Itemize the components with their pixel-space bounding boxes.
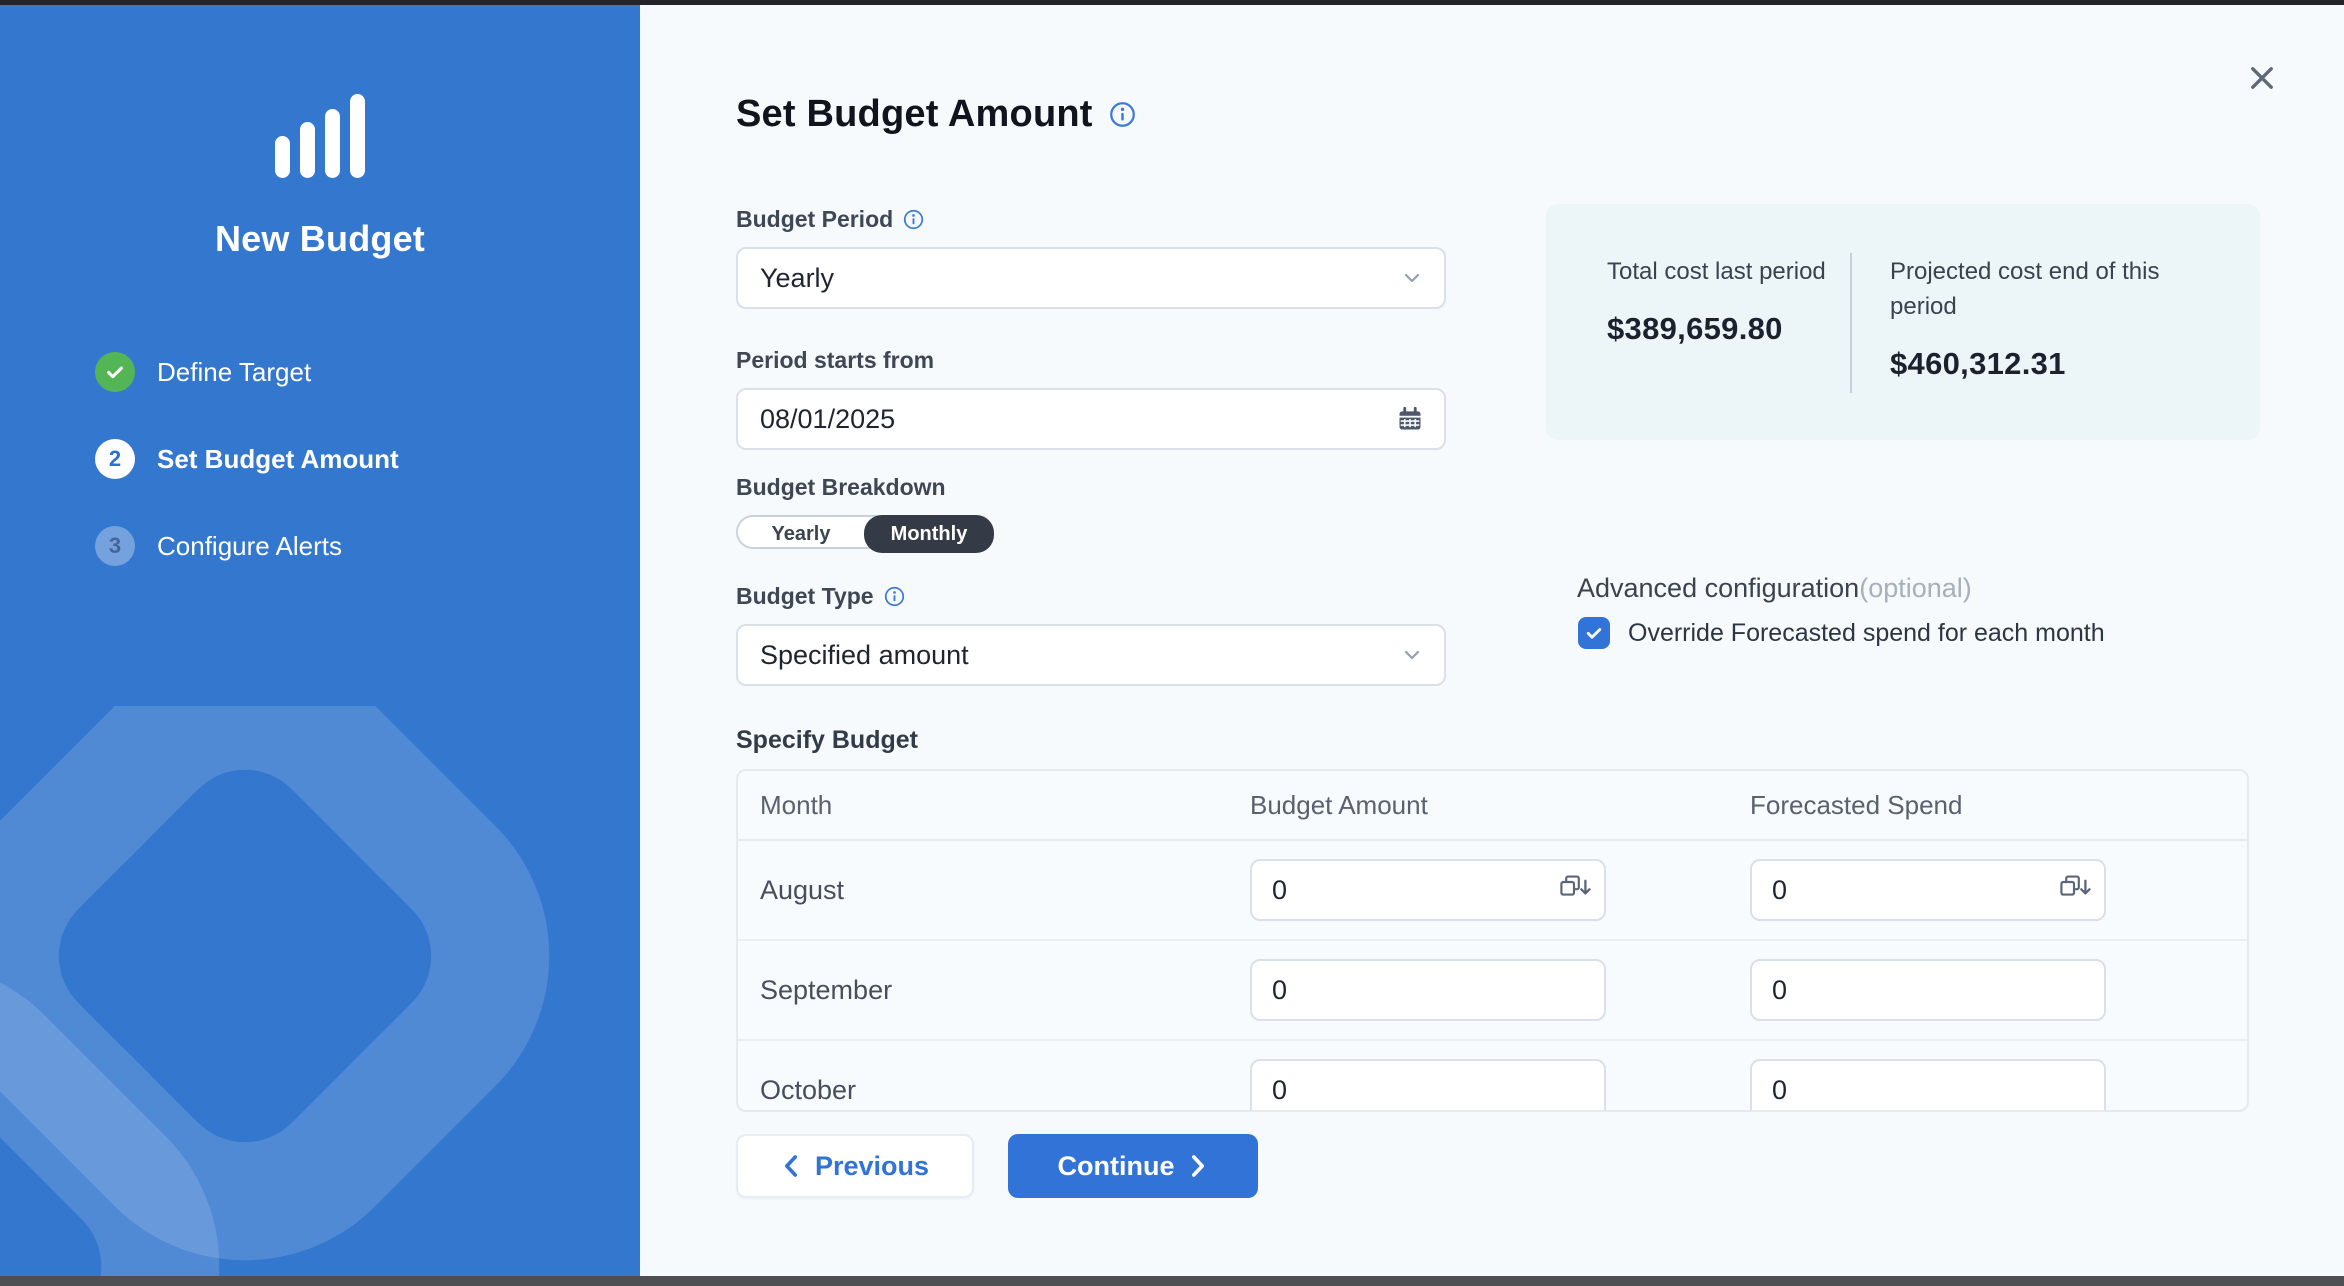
override-forecast-row: Override Forecasted spend for each month (1578, 617, 2105, 649)
toggle-option-monthly[interactable]: Monthly (864, 515, 994, 553)
bar-chart-logo (0, 94, 640, 178)
previous-button[interactable]: Previous (736, 1134, 974, 1198)
stat-value: $389,659.80 (1607, 311, 1827, 347)
selected-value: Specified amount (760, 640, 969, 671)
toggle-option-yearly[interactable]: Yearly (738, 517, 864, 551)
override-forecast-label: Override Forecasted spend for each month (1628, 619, 2105, 648)
budget-amount-input-september[interactable] (1250, 959, 1606, 1021)
budget-breakdown-toggle: Yearly Monthly (736, 515, 994, 549)
advanced-title: Advanced configuration (1577, 573, 1859, 603)
budget-amount-input-august[interactable] (1250, 859, 1606, 921)
step-label: Set Budget Amount (157, 444, 399, 475)
step-complete-icon (95, 352, 135, 392)
forecasted-spend-input-september[interactable] (1750, 959, 2106, 1021)
cost-summary-card: Total cost last period $389,659.80 Proje… (1546, 204, 2260, 440)
budget-breakdown-label: Budget Breakdown (736, 474, 1446, 501)
window-bottom-edge (0, 1276, 2344, 1286)
month-name: August (738, 875, 1250, 906)
column-header-budget-amount: Budget Amount (1250, 790, 1750, 821)
step-set-budget-amount[interactable]: 2 Set Budget Amount (95, 439, 399, 479)
chevron-left-icon (781, 1154, 801, 1178)
budget-form: Set Budget Amount Budget Period Yearly (736, 90, 1446, 1198)
chevron-right-icon (1188, 1154, 1208, 1178)
stat-label: Projected cost end of this period (1890, 254, 2220, 324)
chevron-down-icon (1400, 266, 1424, 290)
projected-cost-stat: Projected cost end of this period $460,3… (1890, 254, 2220, 382)
step-label: Define Target (157, 357, 311, 388)
forecasted-spend-input-october[interactable] (1750, 1059, 2106, 1112)
total-cost-stat: Total cost last period $389,659.80 (1607, 254, 1827, 347)
chevron-down-icon (1400, 643, 1424, 667)
window-top-edge (0, 0, 2344, 5)
stat-label: Total cost last period (1607, 254, 1827, 289)
set-budget-amount-panel: Total cost last period $389,659.80 Proje… (640, 5, 2344, 1276)
period-starts-label: Period starts from (736, 347, 1446, 374)
new-budget-modal: New Budget Define Target 2 Set Budget Am… (0, 0, 2344, 1286)
month-name: September (738, 975, 1250, 1006)
step-configure-alerts[interactable]: 3 Configure Alerts (95, 526, 399, 566)
specify-budget-table: Month Budget Amount Forecasted Spend Aug… (736, 769, 2249, 1112)
step-number-badge: 3 (95, 526, 135, 566)
budget-period-select[interactable]: Yearly (736, 247, 1446, 309)
date-value: 08/01/2025 (760, 404, 895, 435)
forecasted-spend-input-august[interactable] (1750, 859, 2106, 921)
copy-down-icon[interactable] (2054, 873, 2094, 905)
budget-period-label: Budget Period (736, 206, 1446, 233)
info-icon[interactable] (884, 586, 905, 607)
table-row-october: October (738, 1041, 2247, 1112)
label-text: Budget Type (736, 583, 874, 610)
month-name: October (738, 1075, 1250, 1106)
period-start-date-input[interactable]: 08/01/2025 (736, 388, 1446, 450)
table-row-august: August (738, 841, 2247, 941)
close-icon[interactable] (2240, 57, 2284, 101)
label-text: Budget Breakdown (736, 474, 946, 501)
column-header-month: Month (738, 790, 1250, 821)
specify-budget-label: Specify Budget (736, 726, 1446, 755)
wizard-title: New Budget (0, 218, 640, 260)
stat-divider (1850, 253, 1852, 393)
continue-button[interactable]: Continue (1008, 1134, 1258, 1198)
label-text: Budget Period (736, 206, 893, 233)
page-title: Set Budget Amount (736, 93, 1093, 136)
previous-label: Previous (815, 1151, 929, 1182)
budget-type-select[interactable]: Specified amount (736, 624, 1446, 686)
calendar-icon[interactable] (1396, 405, 1424, 433)
column-header-forecasted-spend: Forecasted Spend (1750, 790, 2210, 821)
stat-value: $460,312.31 (1890, 346, 2220, 382)
override-forecast-checkbox[interactable] (1578, 617, 1610, 649)
selected-value: Yearly (760, 263, 834, 294)
checkbox-check-icon (1584, 623, 1604, 643)
table-row-september: September (738, 941, 2247, 1041)
continue-label: Continue (1058, 1151, 1175, 1182)
step-define-target[interactable]: Define Target (95, 352, 399, 392)
wizard-steps: Define Target 2 Set Budget Amount 3 Conf… (95, 352, 399, 566)
step-label: Configure Alerts (157, 531, 342, 562)
wizard-actions: Previous Continue (736, 1134, 1446, 1198)
copy-down-icon[interactable] (1554, 873, 1594, 905)
optional-tag: (optional) (1859, 573, 1972, 603)
step-number-badge: 2 (95, 439, 135, 479)
label-text: Period starts from (736, 347, 934, 374)
budget-type-label: Budget Type (736, 583, 1446, 610)
budget-amount-input-october[interactable] (1250, 1059, 1606, 1112)
info-icon[interactable] (1109, 101, 1136, 128)
wizard-sidebar: New Budget Define Target 2 Set Budget Am… (0, 0, 640, 1286)
advanced-configuration-heading: Advanced configuration(optional) (1577, 573, 1972, 604)
brand-watermark (0, 706, 640, 1286)
info-icon[interactable] (903, 209, 924, 230)
table-header-row: Month Budget Amount Forecasted Spend (738, 771, 2247, 841)
